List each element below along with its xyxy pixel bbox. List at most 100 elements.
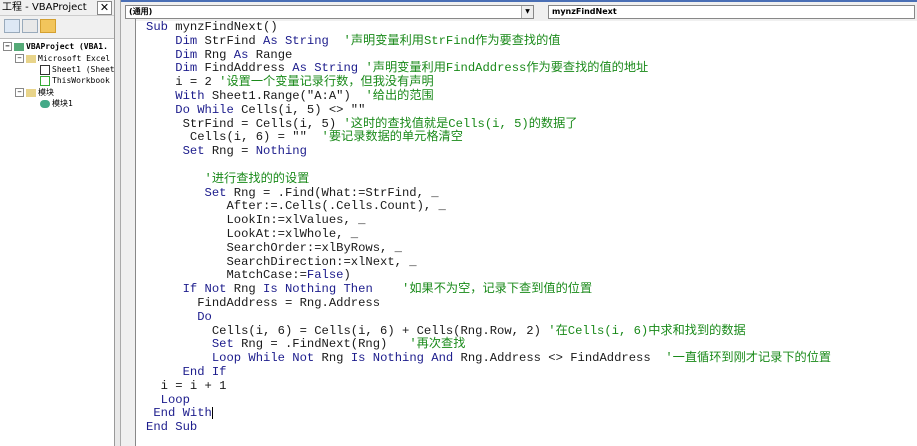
comment: '声明变量利用FindAddress作为要查找的值的地址 [358, 61, 649, 76]
workbook-icon [40, 75, 50, 86]
comment: '设置一个变量记录行数，但我没有声明 [219, 75, 434, 90]
code-line[interactable]: After:=.Cells(.Cells.Count), _ [146, 199, 831, 214]
code-line[interactable]: Loop [146, 393, 831, 408]
keyword: End If [182, 364, 227, 379]
project-explorer-title-bar: 工程 - VBAProject ✕ [0, 0, 114, 16]
text-caret [211, 407, 213, 420]
close-icon[interactable]: ✕ [97, 1, 112, 15]
keyword: Set [204, 185, 234, 200]
code-text: ) [343, 268, 351, 283]
module-icon [40, 99, 50, 108]
code-line[interactable]: Sub mynzFindNext() [146, 20, 831, 35]
code-text: Cells(i, 6) = Cells(i, 6) + Cells(Rng.Ro… [146, 323, 549, 338]
object-combobox[interactable]: (通用) ▼ [125, 5, 534, 19]
keyword: Loop While Not [211, 351, 322, 366]
code-text: Rng.Address <> FindAddress [460, 351, 666, 366]
code-line[interactable]: Loop While Not Rng Is Nothing And Rng.Ad… [146, 351, 832, 366]
code-line[interactable]: i = 2 '设置一个变量记录行数，但我没有声明 [146, 75, 831, 90]
code-line[interactable]: Cells(i, 6) = "" '要记录数据的单元格清空 [146, 130, 831, 145]
comment: '再次查找 [409, 337, 466, 352]
code-line[interactable]: If Not Rng Is Nothing Then '如果不为空，记录下查到值… [146, 282, 831, 297]
code-text: StrFind = Cells(i, 5) [146, 116, 344, 131]
tree-item-sheet1[interactable]: Sheet1 (Sheet [40, 64, 115, 75]
code-text: FindAddress [204, 61, 293, 76]
code-text: LookIn:=xlValues, _ [146, 213, 366, 228]
code-line[interactable]: SearchDirection:=xlNext, _ [146, 255, 831, 270]
code-text: i = 2 [146, 75, 220, 90]
collapse-icon[interactable]: − [15, 88, 24, 97]
view-code-button[interactable] [4, 19, 20, 33]
collapse-icon[interactable]: − [15, 54, 24, 63]
code-line[interactable]: End With [146, 407, 831, 421]
code-line[interactable]: End Sub [146, 420, 831, 435]
comment: '进行查找的的设置 [204, 171, 310, 186]
keyword: As [233, 47, 256, 62]
folder-icon [26, 54, 36, 63]
margin-indicator-bar[interactable] [121, 19, 136, 446]
code-text: StrFind [204, 33, 264, 48]
code-text: SearchOrder:=xlByRows, _ [146, 240, 402, 255]
code-line[interactable]: LookAt:=xlWhole, _ [146, 227, 831, 242]
tree-item-excel-objects[interactable]: − Microsoft Excel ; [15, 53, 120, 64]
collapse-icon[interactable]: − [3, 42, 12, 51]
code-text: i = i + 1 [146, 378, 227, 393]
code-text: Sheet1.Range("A:A") [211, 88, 366, 103]
keyword: Dim [175, 33, 205, 48]
code-text: mynzFindNext() [175, 20, 278, 34]
tree-item-vbaproject[interactable]: − VBAProject (VBA1. [3, 41, 108, 52]
code-text: Rng [204, 47, 234, 62]
code-line[interactable]: LookIn:=xlValues, _ [146, 213, 831, 228]
keyword: As String [292, 61, 359, 76]
code-line[interactable] [146, 159, 831, 173]
comment: '给出的范围 [365, 88, 434, 103]
code-line[interactable]: Do While Cells(i, 5) <> "" [146, 103, 831, 118]
code-text: Rng = [211, 144, 256, 159]
code-line[interactable]: With Sheet1.Range("A:A") '给出的范围 [146, 88, 831, 104]
code-line[interactable]: Dim StrFind As String '声明变量利用StrFind作为要查… [146, 33, 831, 49]
code-text: After:=.Cells(.Cells.Count), _ [146, 199, 446, 214]
code-editor[interactable]: Sub mynzFindNext() Dim StrFind As String… [146, 20, 832, 435]
toggle-folders-button[interactable] [40, 19, 56, 33]
keyword: As String [263, 33, 329, 48]
tree-item-thisworkbook[interactable]: ThisWorkbook [40, 75, 110, 86]
tree-item-module1[interactable]: 模块1 [40, 98, 73, 109]
comment: '如果不为空，记录下查到值的位置 [402, 282, 593, 297]
code-text: FindAddress = Rng.Address [146, 295, 381, 310]
keyword: Dim [175, 47, 205, 62]
tree-item-modules[interactable]: − 模块 [15, 87, 54, 98]
comment: '要记录数据的单元格清空 [321, 130, 463, 145]
keyword: With [175, 88, 212, 103]
code-line[interactable]: FindAddress = Rng.Address [146, 295, 831, 311]
comment: '一直循环到刚才记录下的位置 [665, 351, 832, 366]
code-window-header: (通用) ▼ mynzFindNext [121, 0, 917, 21]
code-line[interactable]: Set Rng = Nothing [146, 144, 831, 159]
vba-project-icon [14, 42, 24, 51]
code-text: Cells(i, 6) = "" [146, 130, 322, 145]
code-line[interactable]: i = i + 1 [146, 378, 831, 394]
view-object-button[interactable] [22, 19, 38, 33]
code-window: (通用) ▼ mynzFindNext Sub mynzFindNext() Di… [120, 0, 917, 446]
code-line[interactable]: Do [146, 310, 831, 325]
code-line[interactable]: End If [146, 364, 831, 380]
comment: '声明变量利用StrFind作为要查找的值 [328, 33, 561, 48]
code-line[interactable]: Set Rng = .Find(What:=StrFind, _ [146, 185, 831, 201]
code-text: Rng [321, 351, 351, 366]
sheet-icon [40, 64, 50, 75]
keyword: Set [211, 337, 242, 352]
procedure-combobox[interactable]: mynzFindNext [548, 5, 915, 19]
code-line[interactable]: SearchOrder:=xlByRows, _ [146, 240, 831, 256]
comment: '这时的查找值就是Cells(i, 5)的数据了 [343, 116, 578, 131]
keyword: Sub [146, 20, 176, 34]
code-line[interactable]: '进行查找的的设置 [146, 171, 831, 187]
keyword: Dim [175, 61, 205, 76]
chevron-down-icon[interactable]: ▼ [521, 6, 533, 18]
